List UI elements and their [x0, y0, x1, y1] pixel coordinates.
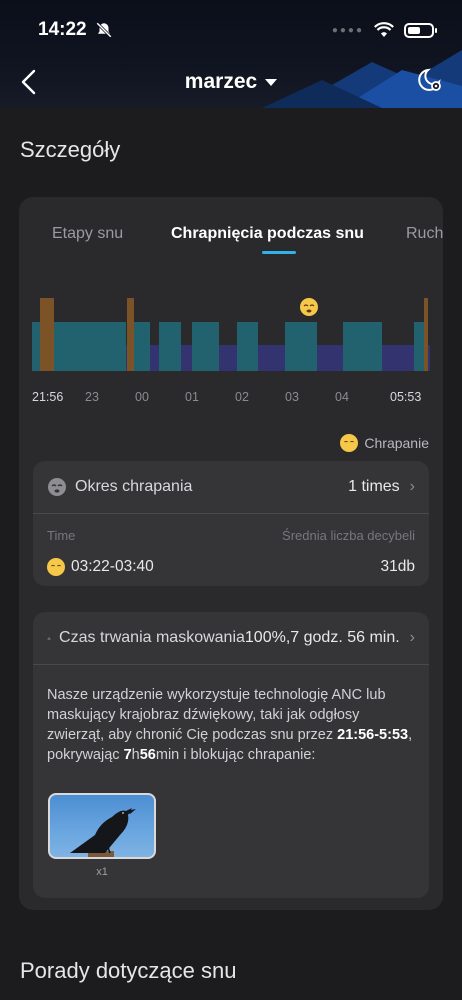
- x-tick-label: 21:56: [32, 390, 63, 404]
- signal-dots-icon: ●●●●: [331, 24, 364, 36]
- details-heading: Szczegóły: [20, 137, 121, 162]
- moon-settings-icon[interactable]: [414, 66, 444, 96]
- masking-hours: 7: [123, 747, 132, 763]
- x-tick-label: 01: [185, 390, 199, 404]
- light-sleep-block: [237, 322, 258, 371]
- chevron-right-icon: ›: [409, 629, 415, 646]
- caret-down-icon: [265, 78, 278, 86]
- chart-legend: Chrapanie: [340, 434, 429, 452]
- light-sleep-block: [285, 322, 317, 371]
- sleep-details-card: Etapy snu Chrapnięcia podczas snu Ruch 2…: [19, 197, 443, 910]
- tab-movement[interactable]: Ruch: [406, 225, 443, 243]
- masking-duration-row[interactable]: Czas trwania maskowania 100%,7 godz. 56 …: [33, 612, 429, 664]
- light-sleep-block: [343, 322, 382, 371]
- thumbnail-caption: x1: [96, 866, 108, 878]
- time-column-label: Time: [47, 528, 76, 543]
- light-sleep-block: [159, 322, 181, 371]
- decibel-column-label: Średnia liczba decybeli: [282, 528, 415, 543]
- masking-value: 100%,7 godz. 56 min.: [244, 629, 400, 646]
- light-sleep-block: [134, 322, 150, 371]
- hours-unit: h: [131, 747, 140, 763]
- tab-snoring[interactable]: Chrapnięcia podczas snu: [171, 225, 364, 243]
- tab-bar: Etapy snu Chrapnięcia podczas snu Ruch: [19, 225, 443, 255]
- status-bar: 14:22 ●●●●: [38, 16, 437, 44]
- sleeping-face-icon: [340, 434, 359, 452]
- month-label: marzec: [184, 70, 258, 93]
- clock-text: 14:22: [38, 19, 87, 40]
- sleeping-face-icon: [47, 558, 65, 576]
- x-tick-label: 02: [235, 390, 249, 404]
- awake-bar: [424, 298, 428, 371]
- wifi-icon: [374, 22, 394, 37]
- masking-panel: Czas trwania maskowania 100%,7 godz. 56 …: [33, 612, 429, 898]
- masking-title: Czas trwania maskowania: [59, 629, 245, 646]
- x-tick-label: 00: [135, 390, 149, 404]
- back-arrow-icon[interactable]: [18, 68, 42, 96]
- snoring-decibel-value: 31db: [380, 558, 415, 575]
- snoring-period-panel: Okres chrapania 1 times › Time Średnia l…: [33, 461, 429, 586]
- navigation-bar: marzec: [0, 62, 462, 102]
- crow-image: [70, 808, 136, 857]
- snoring-count: 1 times: [348, 478, 400, 495]
- x-tick-label: 23: [85, 390, 99, 404]
- description-text: min i blokując chrapanie:: [155, 747, 316, 763]
- sleep-tips-heading: Porady dotyczące snu: [20, 958, 237, 983]
- status-time: 14:22: [38, 19, 113, 41]
- masking-range: 21:56-5:53: [337, 727, 409, 743]
- chevron-right-icon: ›: [409, 478, 415, 495]
- x-tick-label: 03: [285, 390, 299, 404]
- crow-sound-thumbnail[interactable]: [48, 793, 156, 859]
- light-sleep-block: [414, 322, 425, 371]
- light-sleep-block: [192, 322, 219, 371]
- tab-sleep-stages[interactable]: Etapy snu: [52, 225, 123, 243]
- sleep-timeline-chart: 21:56 23 00 01 02 03 04 05:53: [32, 298, 430, 404]
- active-tab-indicator: [262, 251, 296, 254]
- legend-label: Chrapanie: [364, 435, 429, 451]
- masking-description: Nasze urządzenie wykorzystuje technologi…: [47, 685, 415, 765]
- divider: [33, 664, 429, 665]
- awake-bar: [127, 298, 134, 371]
- snore-event-icon[interactable]: [300, 298, 318, 316]
- masking-minutes: 56: [139, 747, 156, 763]
- snoring-period-title: Okres chrapania: [75, 478, 193, 495]
- snoring-range-text: 03:22-03:40: [71, 558, 154, 575]
- divider: [33, 513, 429, 514]
- sound-masking-icon: [47, 636, 51, 640]
- x-tick-label: 04: [335, 390, 349, 404]
- battery-icon: [404, 22, 437, 38]
- snoring-period-row[interactable]: Okres chrapania 1 times ›: [33, 461, 429, 513]
- sleeping-face-icon: [48, 478, 66, 496]
- description-text: Nasze urządzenie wykorzystuje technologi…: [47, 687, 386, 743]
- snoring-time-range: 03:22-03:40: [47, 558, 154, 576]
- awake-bar: [40, 298, 54, 371]
- x-tick-label: 05:53: [390, 390, 421, 404]
- month-selector[interactable]: marzec: [184, 70, 278, 94]
- bell-muted-icon: [95, 22, 112, 38]
